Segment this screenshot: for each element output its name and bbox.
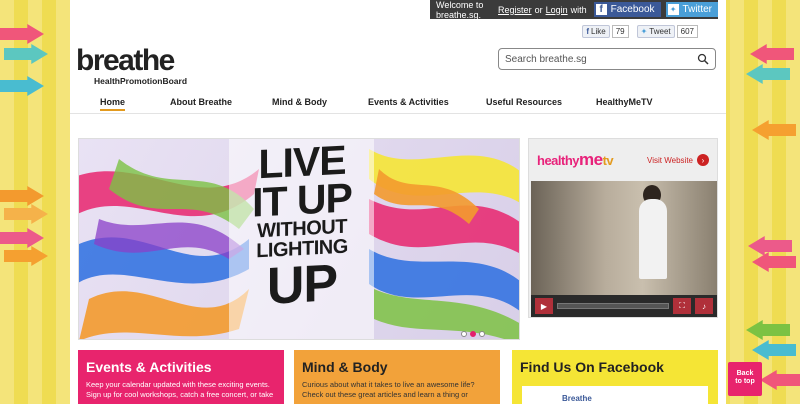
back-to-top-button[interactable]: Back to top bbox=[728, 362, 762, 396]
video-person-figure bbox=[639, 199, 667, 279]
like-label: Like bbox=[591, 27, 606, 36]
slider-dot[interactable] bbox=[461, 331, 467, 337]
volume-icon[interactable]: ♪ bbox=[695, 298, 713, 314]
facebook-card: Find Us On Facebook Breathe bbox=[512, 350, 718, 404]
logo-subtitle: HealthPromotionBoard bbox=[94, 76, 188, 86]
events-card-title: Events & Activities bbox=[86, 359, 212, 375]
page-container: Welcome to breathe.sg. Register or Login… bbox=[70, 0, 726, 404]
register-link[interactable]: Register bbox=[498, 5, 532, 15]
share-row: f Like 79 ✦ Tweet 607 bbox=[582, 25, 698, 38]
tweet-widget[interactable]: ✦ Tweet 607 bbox=[636, 25, 698, 38]
brand-tv: tv bbox=[602, 153, 614, 168]
fullscreen-icon[interactable]: ⛶ bbox=[673, 298, 691, 314]
video-progress-bar[interactable] bbox=[557, 303, 669, 309]
nav-item-useful-resources[interactable]: Useful Resources bbox=[486, 97, 562, 107]
healthymetv-widget: healthymetv Visit Website › ▶ ⛶ ♪ bbox=[528, 138, 718, 318]
slider-dot-active[interactable] bbox=[470, 331, 476, 337]
arrow-right-icon: › bbox=[697, 154, 709, 166]
hero-line-2: IT UP bbox=[252, 174, 352, 226]
hero-line-5: UP bbox=[266, 254, 338, 316]
tweet-button[interactable]: ✦ Tweet bbox=[636, 25, 675, 38]
twitter-bird-icon: ✦ bbox=[640, 27, 648, 36]
events-activities-card[interactable]: Events & Activities Keep your calendar u… bbox=[78, 350, 284, 404]
healthymetv-header: healthymetv Visit Website › bbox=[529, 139, 717, 181]
twitter-login-button[interactable]: ✦ Twitter bbox=[665, 2, 718, 17]
facebook-icon: f bbox=[586, 27, 589, 36]
nav-item-healthymetv[interactable]: HealthyMeTV bbox=[596, 97, 653, 107]
welcome-text: Welcome to breathe.sg. bbox=[436, 0, 484, 20]
like-count: 79 bbox=[611, 25, 629, 38]
slider-dots bbox=[461, 331, 485, 337]
video-controls: ▶ ⛶ ♪ bbox=[531, 295, 717, 317]
back-to-top-line-1: Back bbox=[736, 370, 754, 377]
site-logo[interactable]: breathe HealthPromotionBoard bbox=[76, 44, 188, 87]
facebook-like-widget[interactable]: f Like 79 bbox=[582, 25, 629, 38]
facebook-icon: f bbox=[595, 4, 607, 15]
or-text: or bbox=[534, 4, 543, 15]
with-text: with bbox=[570, 4, 587, 15]
tweet-count: 607 bbox=[676, 25, 698, 38]
back-to-top-line-2: to top bbox=[735, 378, 755, 385]
nav-item-about-breathe[interactable]: About Breathe bbox=[170, 97, 232, 107]
twitter-bird-icon: ✦ bbox=[667, 4, 679, 15]
login-bar: Welcome to breathe.sg. Register or Login… bbox=[430, 0, 718, 20]
facebook-page-name: Breathe bbox=[562, 394, 592, 403]
main-nav: Home About Breathe Mind & Body Events & … bbox=[70, 92, 726, 114]
login-link[interactable]: Login bbox=[546, 5, 568, 15]
tweet-label: Tweet bbox=[649, 27, 671, 36]
hero-headline: LIVE IT UP WITHOUT LIGHTING UP bbox=[237, 139, 367, 316]
search-icon[interactable] bbox=[697, 53, 709, 65]
search-input[interactable] bbox=[505, 53, 685, 65]
play-icon[interactable]: ▶ bbox=[535, 298, 553, 314]
mind-card-title: Mind & Body bbox=[302, 359, 388, 375]
brand-me: me bbox=[579, 150, 603, 169]
slider-dot[interactable] bbox=[479, 331, 485, 337]
hero-banner[interactable]: LIVE IT UP WITHOUT LIGHTING UP bbox=[78, 138, 520, 340]
nav-item-home[interactable]: Home bbox=[100, 97, 126, 111]
visit-website-label: Visit Website bbox=[647, 155, 693, 165]
facebook-label: Facebook bbox=[610, 4, 655, 15]
mind-card-text: Curious about what it takes to live an a… bbox=[302, 380, 475, 399]
video-player-screen[interactable] bbox=[531, 181, 717, 295]
facebook-page-box[interactable]: Breathe bbox=[522, 386, 708, 404]
brand-healthy: healthy bbox=[537, 153, 580, 168]
search-box bbox=[498, 48, 716, 70]
nav-item-events-activities[interactable]: Events & Activities bbox=[368, 97, 449, 107]
visit-website-link[interactable]: Visit Website › bbox=[647, 154, 709, 166]
like-button[interactable]: f Like bbox=[582, 25, 610, 38]
events-card-text: Keep your calendar updated with these ex… bbox=[86, 380, 274, 399]
healthymetv-logo[interactable]: healthymetv bbox=[537, 150, 614, 170]
nav-item-mind-body[interactable]: Mind & Body bbox=[272, 97, 327, 107]
twitter-label: Twitter bbox=[682, 4, 712, 15]
facebook-card-title: Find Us On Facebook bbox=[520, 359, 664, 375]
mind-body-card[interactable]: Mind & Body Curious about what it takes … bbox=[294, 350, 500, 404]
logo-wordmark: breathe bbox=[76, 44, 175, 77]
facebook-login-button[interactable]: f Facebook bbox=[593, 2, 661, 17]
